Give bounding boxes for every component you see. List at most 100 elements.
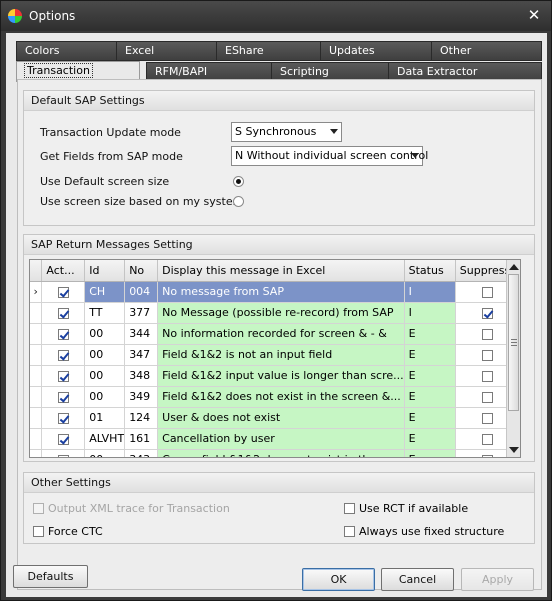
id-cell: 01	[84, 407, 126, 429]
id-cell: 00	[84, 344, 126, 366]
unchecked-checkbox-icon[interactable]	[481, 433, 493, 445]
fixed-structure-checkbox[interactable]: Always use fixed structure	[344, 525, 504, 538]
scroll-down-arrow-icon[interactable]	[509, 447, 519, 453]
vertical-scrollbar[interactable]	[506, 260, 520, 457]
checked-checkbox-icon[interactable]	[57, 412, 69, 424]
table-row[interactable]: 00 344 No information recorded for screen …	[30, 323, 520, 345]
status-cell[interactable]: I	[404, 281, 456, 303]
message-cell[interactable]: Cursor field &1&2 does not exist in the …	[157, 449, 405, 457]
table-row[interactable]: 00 347 Field &1&2 is not an input field E	[30, 344, 520, 366]
column-header-no[interactable]: No	[124, 260, 159, 282]
checked-checkbox-icon[interactable]	[57, 328, 69, 340]
cancel-button[interactable]: Cancel	[381, 568, 454, 591]
tab-eshare[interactable]: EShare	[216, 41, 321, 61]
message-cell[interactable]: Cancellation by user	[157, 428, 405, 450]
fields-mode-dropdown[interactable]: N Without individual screen control	[231, 146, 428, 166]
system-screen-radio[interactable]	[233, 196, 244, 207]
no-cell: 343	[124, 449, 159, 457]
active-checkbox-cell[interactable]	[41, 428, 86, 450]
group-header: SAP Return Messages Setting	[24, 235, 534, 255]
ok-button[interactable]: OK	[302, 568, 375, 591]
active-checkbox-cell[interactable]	[41, 302, 86, 324]
tab-colors[interactable]: Colors	[16, 41, 117, 61]
active-checkbox-cell[interactable]	[41, 365, 86, 387]
status-cell[interactable]: E	[404, 428, 456, 450]
table-row[interactable]: 00 348 Field &1&2 input value is longer th…	[30, 365, 520, 387]
active-checkbox-cell[interactable]	[41, 344, 86, 366]
tab-updates[interactable]: Updates	[320, 41, 432, 61]
force-ctc-checkbox[interactable]: Force CTC	[33, 525, 103, 538]
checked-checkbox-icon[interactable]	[57, 454, 69, 457]
checked-checkbox-icon[interactable]	[57, 286, 69, 298]
checked-checkbox-icon[interactable]	[481, 307, 493, 319]
unchecked-checkbox-icon[interactable]	[481, 349, 493, 361]
id-cell: CH	[84, 281, 126, 303]
table-row[interactable]: 01 124 User & does not exist E	[30, 407, 520, 429]
status-cell[interactable]: E	[404, 407, 456, 429]
table-row[interactable]: ALVHT 161 Cancellation by user E	[30, 428, 520, 450]
default-screen-label: Use Default screen size	[40, 175, 170, 188]
unchecked-checkbox-icon[interactable]	[481, 412, 493, 424]
active-checkbox-cell[interactable]	[41, 386, 86, 408]
id-cell: 00	[84, 386, 126, 408]
use-rct-checkbox[interactable]: Use RCT if available	[344, 502, 468, 515]
message-cell[interactable]: No Message (possible re-record) from SAP	[157, 302, 405, 324]
status-cell[interactable]: E	[404, 449, 456, 457]
active-checkbox-cell[interactable]	[41, 281, 86, 303]
checked-checkbox-icon[interactable]	[57, 433, 69, 445]
table-row[interactable]: 00 349 Field &1&2 does not exist in the sc…	[30, 386, 520, 408]
close-button[interactable]: ✕	[526, 7, 542, 23]
tab-other[interactable]: Other	[431, 41, 542, 61]
message-cell[interactable]: Field &1&2 input value is longer than sc…	[157, 365, 405, 387]
message-cell[interactable]: No message from SAP	[157, 281, 405, 303]
row-indicator	[30, 386, 43, 408]
apply-button[interactable]: Apply	[461, 568, 534, 591]
table-row[interactable]: › CH 004 No message from SAP I	[30, 281, 520, 303]
status-cell[interactable]: E	[404, 365, 456, 387]
title-bar[interactable]: Options ✕	[1, 1, 551, 31]
fields-mode-label: Get Fields from SAP mode	[40, 150, 183, 163]
unchecked-checkbox-icon[interactable]	[481, 328, 493, 340]
checked-checkbox-icon[interactable]	[57, 370, 69, 382]
message-cell[interactable]: No information recorded for screen & - &	[157, 323, 405, 345]
status-cell[interactable]: I	[404, 302, 456, 324]
message-cell[interactable]: Field &1&2 is not an input field	[157, 344, 405, 366]
checked-checkbox-icon[interactable]	[57, 349, 69, 361]
active-checkbox-cell[interactable]	[41, 407, 86, 429]
scroll-up-arrow-icon[interactable]	[509, 264, 519, 270]
status-cell[interactable]: E	[404, 344, 456, 366]
scrollbar-thumb[interactable]	[508, 274, 519, 411]
defaults-button[interactable]: Defaults	[13, 565, 88, 588]
use-rct-label: Use RCT if available	[359, 502, 469, 515]
update-mode-dropdown[interactable]: S Synchronous	[231, 122, 342, 142]
checked-checkbox-icon[interactable]	[57, 391, 69, 403]
message-cell[interactable]: Field &1&2 does not exist in the screen …	[157, 386, 405, 408]
xml-trace-checkbox[interactable]: Output XML trace for Transaction	[33, 502, 230, 515]
unchecked-checkbox-icon[interactable]	[481, 286, 493, 298]
row-indicator	[30, 365, 43, 387]
unchecked-checkbox-icon[interactable]	[481, 391, 493, 403]
table-row[interactable]: TT 377 No Message (possible re-record) fro…	[30, 302, 520, 324]
chevron-down-icon	[330, 129, 338, 134]
checked-checkbox-icon[interactable]	[57, 307, 69, 319]
column-header-active[interactable]: Act...	[41, 260, 86, 282]
column-header-message[interactable]: Display this message in Excel	[157, 260, 405, 282]
message-cell[interactable]: User & does not exist	[157, 407, 405, 429]
table-row[interactable]: 00343Cursor field &1&2 does not exist in…	[30, 449, 520, 457]
unchecked-checkbox-icon[interactable]	[481, 370, 493, 382]
system-screen-label: Use screen size based on my system	[40, 195, 244, 208]
row-indicator	[30, 428, 43, 450]
return-messages-grid[interactable]: Act... Id No Display this message in Exc…	[29, 259, 521, 458]
row-indicator	[30, 344, 43, 366]
status-cell[interactable]: E	[404, 386, 456, 408]
column-header-status[interactable]: Status	[404, 260, 456, 282]
tab-excel[interactable]: Excel	[116, 41, 217, 61]
default-screen-radio[interactable]	[233, 176, 244, 187]
checkbox-box	[344, 503, 355, 514]
transaction-tab-page: Default SAP Settings Transaction Update …	[17, 79, 542, 590]
column-header-id[interactable]: Id	[84, 260, 126, 282]
active-checkbox-cell[interactable]	[41, 449, 86, 457]
status-cell[interactable]: E	[404, 323, 456, 345]
active-checkbox-cell[interactable]	[41, 323, 86, 345]
unchecked-checkbox-icon[interactable]	[481, 454, 493, 457]
